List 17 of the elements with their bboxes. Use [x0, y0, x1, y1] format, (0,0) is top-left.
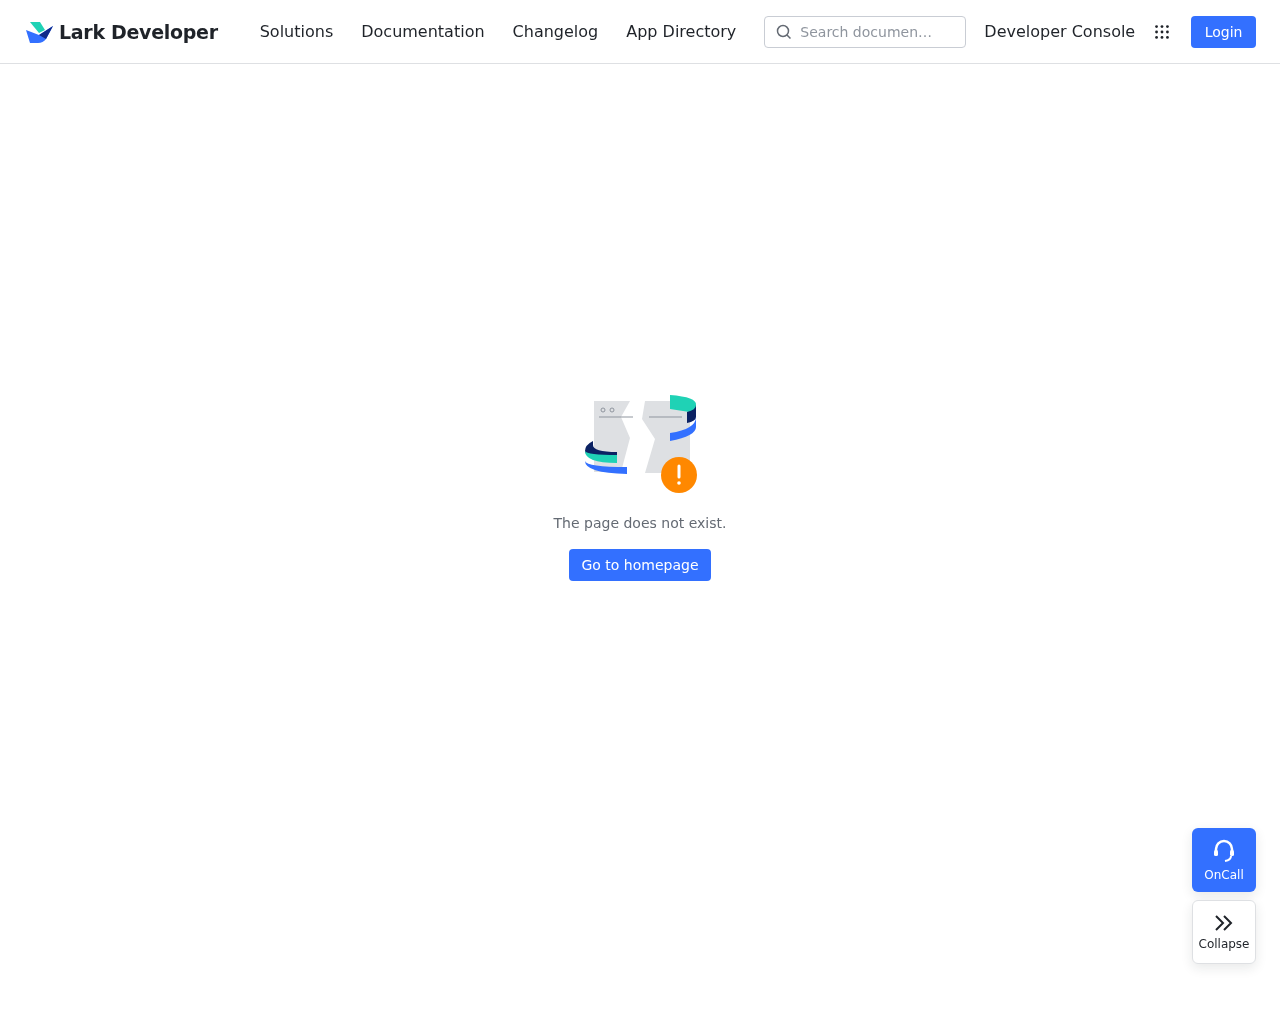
logo-text: Lark Developer [59, 20, 218, 43]
homepage-button[interactable]: Go to homepage [569, 549, 711, 581]
search-icon [776, 23, 793, 40]
nav-link[interactable]: Solutions [259, 22, 334, 41]
search-field[interactable]: Search documen… [764, 15, 967, 48]
login-button[interactable]: Login [1191, 15, 1256, 48]
collapse-button[interactable]: Collapse [1192, 900, 1256, 964]
nav-link[interactable]: Documentation [361, 22, 485, 41]
nav-link[interactable]: App Directory [626, 22, 737, 41]
bird-logo-icon [26, 20, 53, 43]
headset-icon [1213, 838, 1235, 863]
developer-console-link[interactable]: Developer Console [984, 22, 1136, 41]
error-message: The page does not exist. [553, 515, 727, 531]
nav-link[interactable]: Changelog [512, 22, 599, 41]
apps-grid-icon[interactable] [1155, 22, 1170, 41]
double-chevron-right-icon [1214, 913, 1234, 932]
oncall-button[interactable]: OnCall [1192, 828, 1256, 892]
